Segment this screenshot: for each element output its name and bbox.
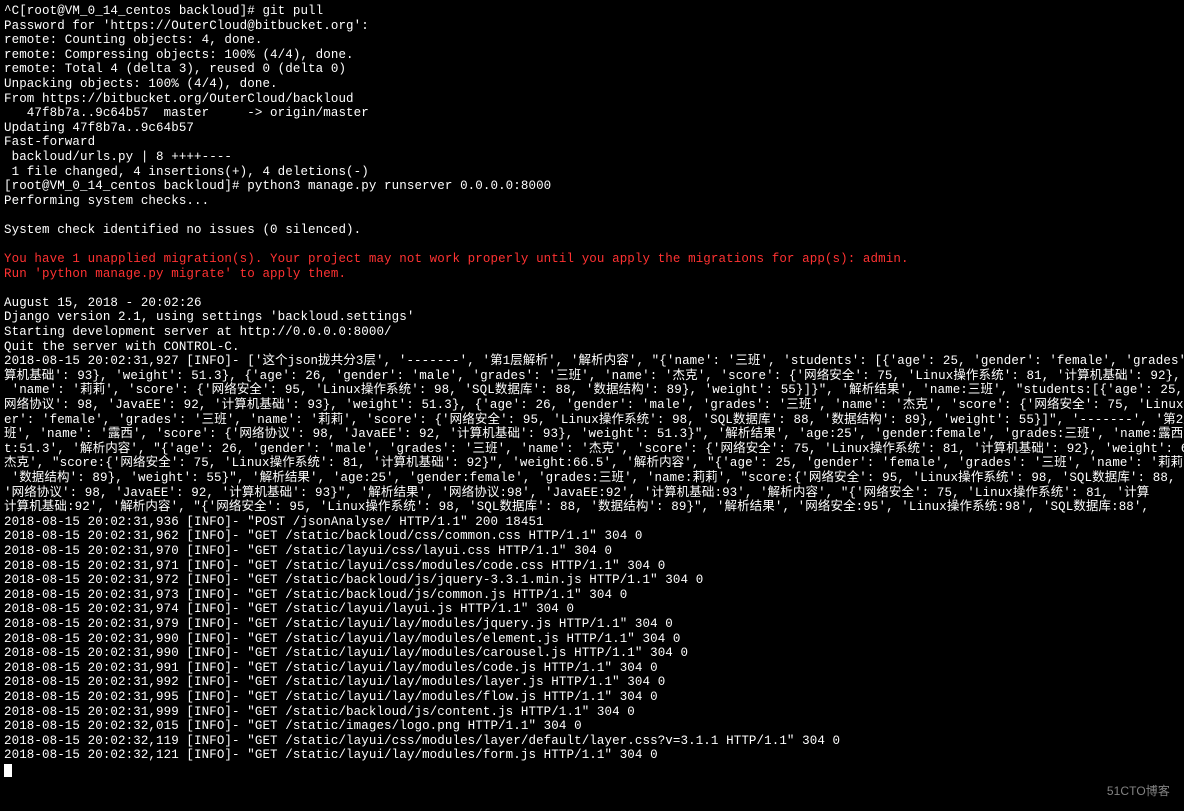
terminal-line: 2018-08-15 20:02:31,990 [INFO]- "GET /st…	[4, 646, 1172, 661]
terminal-line: 杰克', "score:{'网络安全': 75, 'Linux操作系统': 81…	[4, 456, 1172, 471]
terminal-line: remote: Total 4 (delta 3), reused 0 (del…	[4, 62, 1172, 77]
terminal-line: Django version 2.1, using settings 'back…	[4, 310, 1172, 325]
terminal-line: 2018-08-15 20:02:31,992 [INFO]- "GET /st…	[4, 675, 1172, 690]
terminal-window[interactable]: ^C[root@VM_0_14_centos backloud]# git pu…	[0, 0, 1176, 803]
terminal-line: '数据结构': 89}, 'weight': 55}", '解析结果', 'ag…	[4, 471, 1172, 486]
terminal-line: 2018-08-15 20:02:31,971 [INFO]- "GET /st…	[4, 559, 1172, 574]
terminal-line: August 15, 2018 - 20:02:26	[4, 296, 1172, 311]
terminal-line: 2018-08-15 20:02:31,999 [INFO]- "GET /st…	[4, 705, 1172, 720]
terminal-line: 2018-08-15 20:02:31,970 [INFO]- "GET /st…	[4, 544, 1172, 559]
terminal-line: backloud/urls.py | 8 ++++----	[4, 150, 1172, 165]
terminal-line: Starting development server at http://0.…	[4, 325, 1172, 340]
terminal-line: 班', 'name': '露西', 'score': {'网络协议': 98, …	[4, 427, 1172, 442]
terminal-line: 计算机基础:92', '解析内容', "{'网络安全': 95, 'Linux操…	[4, 500, 1172, 515]
terminal-line: Fast-forward	[4, 135, 1172, 150]
terminal-line: You have 1 unapplied migration(s). Your …	[4, 252, 1172, 267]
terminal-line: 2018-08-15 20:02:31,979 [INFO]- "GET /st…	[4, 617, 1172, 632]
terminal-line: 1 file changed, 4 insertions(+), 4 delet…	[4, 165, 1172, 180]
terminal-line: Quit the server with CONTROL-C.	[4, 340, 1172, 355]
watermark: 51CTO博客	[1107, 784, 1170, 799]
terminal-line: 2018-08-15 20:02:31,974 [INFO]- "GET /st…	[4, 602, 1172, 617]
terminal-line: 2018-08-15 20:02:31,991 [INFO]- "GET /st…	[4, 661, 1172, 676]
terminal-line	[4, 208, 1172, 223]
terminal-line: ^C[root@VM_0_14_centos backloud]# git pu…	[4, 4, 1172, 19]
terminal-line: 网络协议': 98, 'JavaEE': 92, '计算机基础': 93}, '…	[4, 398, 1172, 413]
terminal-line: 2018-08-15 20:02:31,962 [INFO]- "GET /st…	[4, 529, 1172, 544]
terminal-line: From https://bitbucket.org/OuterCloud/ba…	[4, 92, 1172, 107]
terminal-line: 47f8b7a..9c64b57 master -> origin/master	[4, 106, 1172, 121]
terminal-cursor	[4, 764, 12, 777]
terminal-line: 2018-08-15 20:02:32,121 [INFO]- "GET /st…	[4, 748, 1172, 763]
terminal-line: Password for 'https://OuterCloud@bitbuck…	[4, 19, 1172, 34]
terminal-line: remote: Compressing objects: 100% (4/4),…	[4, 48, 1172, 63]
terminal-line: 2018-08-15 20:02:32,119 [INFO]- "GET /st…	[4, 734, 1172, 749]
terminal-line: 'name': '莉莉', 'score': {'网络安全': 95, 'Lin…	[4, 383, 1172, 398]
terminal-line: 2018-08-15 20:02:31,973 [INFO]- "GET /st…	[4, 588, 1172, 603]
terminal-line: Performing system checks...	[4, 194, 1172, 209]
terminal-line: System check identified no issues (0 sil…	[4, 223, 1172, 238]
terminal-line	[4, 238, 1172, 253]
terminal-line: Unpacking objects: 100% (4/4), done.	[4, 77, 1172, 92]
terminal-line: Run 'python manage.py migrate' to apply …	[4, 267, 1172, 282]
terminal-line: '网络协议': 98, 'JavaEE': 92, '计算机基础': 93}",…	[4, 486, 1172, 501]
terminal-line: [root@VM_0_14_centos backloud]# python3 …	[4, 179, 1172, 194]
terminal-line: 2018-08-15 20:02:31,990 [INFO]- "GET /st…	[4, 632, 1172, 647]
terminal-line: remote: Counting objects: 4, done.	[4, 33, 1172, 48]
terminal-line: 2018-08-15 20:02:31,936 [INFO]- "POST /j…	[4, 515, 1172, 530]
terminal-line: 算机基础': 93}, 'weight': 51.3}, {'age': 26,…	[4, 369, 1172, 384]
terminal-line	[4, 281, 1172, 296]
terminal-line: er': 'female', 'grades': '三班', 'name': '…	[4, 413, 1172, 428]
terminal-line: t:51.3', '解析内容', "{'age': 26, 'gender': …	[4, 442, 1172, 457]
terminal-line: Updating 47f8b7a..9c64b57	[4, 121, 1172, 136]
terminal-line: 2018-08-15 20:02:31,972 [INFO]- "GET /st…	[4, 573, 1172, 588]
terminal-line: 2018-08-15 20:02:31,927 [INFO]- ['这个json…	[4, 354, 1172, 369]
terminal-line: 2018-08-15 20:02:32,015 [INFO]- "GET /st…	[4, 719, 1172, 734]
terminal-line: 2018-08-15 20:02:31,995 [INFO]- "GET /st…	[4, 690, 1172, 705]
